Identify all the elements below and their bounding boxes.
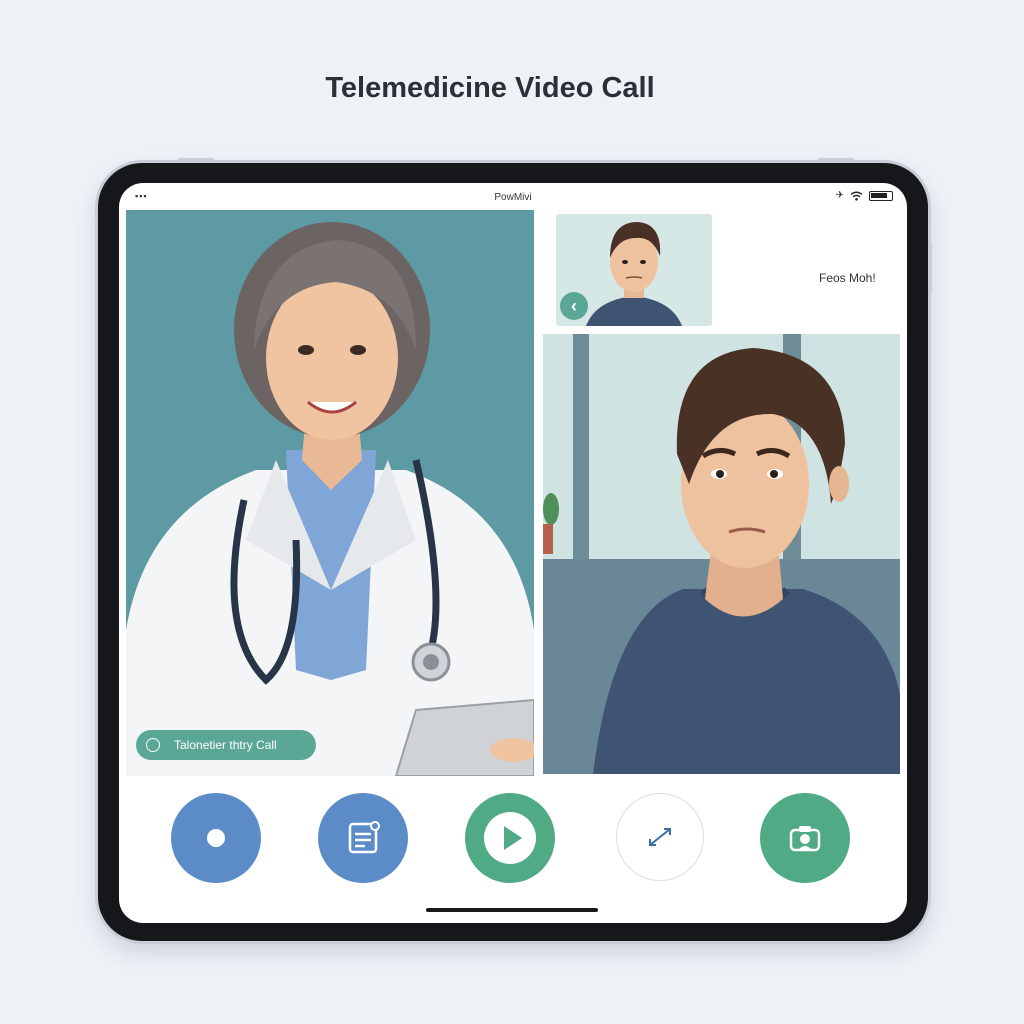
page-title: Telemedicine Video Call — [325, 72, 655, 104]
patient-video-tile[interactable] — [543, 334, 900, 774]
patient-illustration — [543, 334, 900, 774]
play-button[interactable] — [465, 793, 555, 883]
record-button[interactable] — [171, 793, 261, 883]
status-circle-icon — [146, 738, 160, 752]
call-caption-text: Talonetier thtry Call — [174, 738, 277, 752]
status-bar: ▪▪▪ PowMivi ✈ — [119, 183, 907, 209]
wifi-icon — [850, 191, 863, 201]
airplane-icon: ✈ — [835, 190, 844, 201]
self-view-thumbnail[interactable]: ‹ — [556, 214, 712, 326]
status-icons: ✈ — [836, 190, 893, 201]
tablet-device: ▪▪▪ PowMivi ✈ Talonetier thtry Call ‹ Fe… — [98, 158, 932, 941]
camera-button[interactable] — [760, 793, 850, 883]
expand-arrows-icon — [649, 828, 671, 846]
battery-icon — [869, 190, 893, 201]
notes-button[interactable] — [318, 793, 408, 883]
call-controls — [119, 793, 907, 885]
record-icon — [207, 829, 225, 847]
tablet-screen: ▪▪▪ PowMivi ✈ Talonetier thtry Call ‹ Fe… — [119, 183, 907, 923]
side-label: Feos Moh! — [819, 271, 876, 285]
power-button — [818, 158, 854, 162]
side-button — [928, 243, 932, 293]
play-icon — [484, 812, 536, 864]
chevron-left-icon: ‹ — [571, 295, 577, 316]
camera-icon — [789, 826, 821, 852]
status-title: PowMivi — [494, 192, 532, 203]
volume-button — [178, 158, 214, 162]
expand-button[interactable] — [616, 793, 704, 881]
call-caption-pill: Talonetier thtry Call — [136, 730, 316, 760]
collapse-self-view-button[interactable]: ‹ — [560, 292, 588, 320]
doctor-illustration — [126, 210, 534, 776]
home-indicator[interactable] — [426, 908, 598, 912]
notes-icon — [348, 821, 380, 854]
doctor-video-tile[interactable]: Talonetier thtry Call — [126, 210, 534, 776]
